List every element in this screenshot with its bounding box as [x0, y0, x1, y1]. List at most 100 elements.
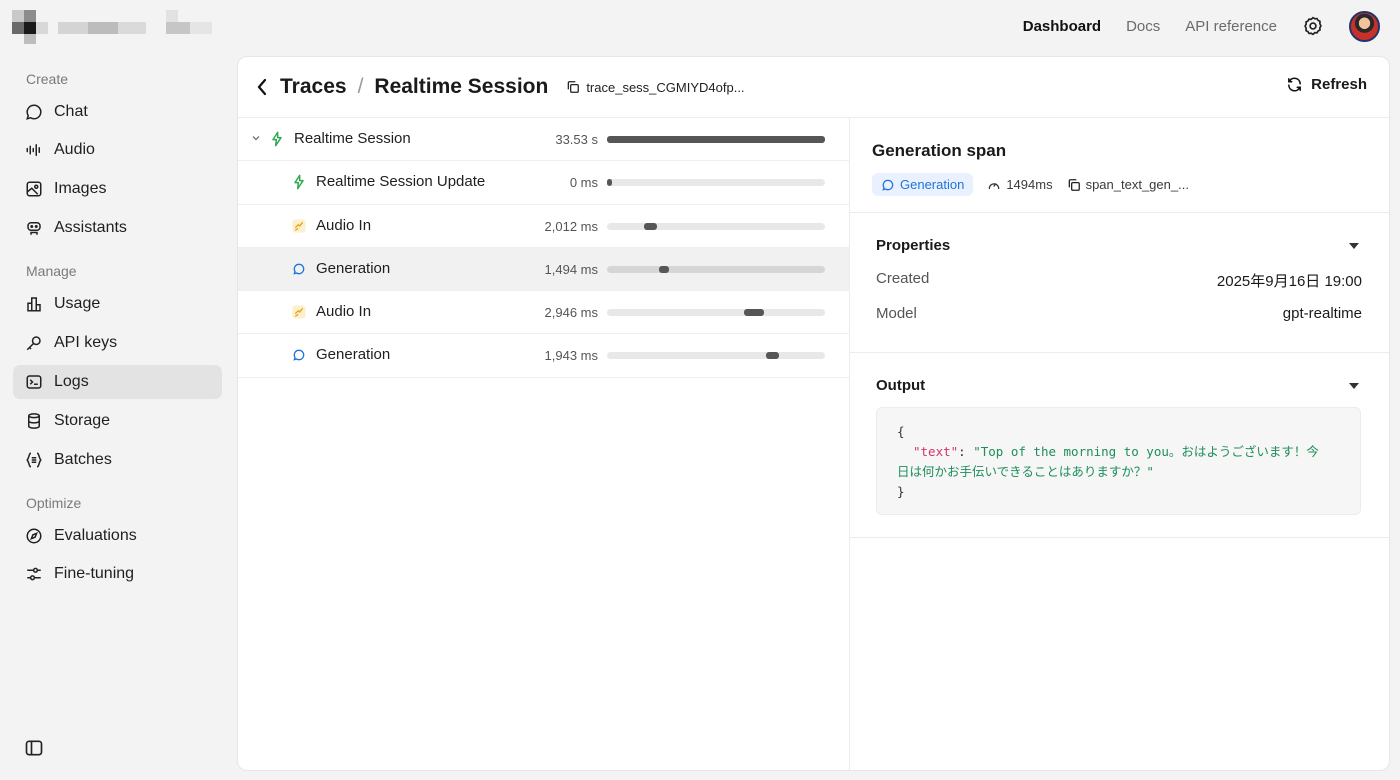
chevron-down-icon[interactable]: [251, 133, 261, 143]
generation-chat-icon: [293, 350, 305, 362]
page-title: Realtime Session: [374, 75, 549, 98]
span-timeline-track: [607, 309, 825, 317]
sidebar-item-assistants[interactable]: Assistants: [13, 211, 222, 245]
sidebar-item-chat[interactable]: Chat: [13, 95, 222, 129]
span-list: Realtime Session 33.53 s Realtime Sessio…: [238, 118, 850, 770]
sidebar-item-label: Storage: [54, 412, 111, 429]
refresh-button[interactable]: Refresh: [1286, 76, 1367, 93]
span-duration: 2,012 ms: [544, 218, 598, 234]
section-optimize: Optimize: [26, 495, 82, 511]
sidebar-item-label: Evaluations: [54, 527, 137, 544]
span-name: Realtime Session: [294, 130, 411, 147]
nav-api-reference[interactable]: API reference: [1185, 18, 1277, 35]
top-bar: Dashboard Docs API reference: [0, 0, 1400, 56]
property-value: gpt-realtime: [1282, 305, 1362, 322]
badge-label: Generation: [900, 177, 965, 192]
span-row[interactable]: Realtime Session Update 0 ms: [238, 161, 849, 205]
output-collapse-icon[interactable]: [1349, 383, 1359, 389]
sidebar-item-images[interactable]: Images: [13, 172, 222, 206]
sidebar-item-label: API keys: [54, 334, 118, 351]
sidebar-item-label: Assistants: [54, 219, 127, 236]
span-row[interactable]: Realtime Session 33.53 s: [238, 118, 849, 162]
json-key: "text": [913, 444, 959, 459]
sidebar-item-usage[interactable]: Usage: [13, 287, 222, 321]
sidebar-item-label: Images: [54, 180, 107, 197]
sidebar-item-fine-tuning[interactable]: Fine-tuning: [13, 557, 222, 591]
span-name: Audio In: [316, 303, 372, 321]
section-create: Create: [26, 71, 69, 87]
sidebar-item-label: Chat: [54, 103, 88, 120]
settings-gear-icon[interactable]: [1302, 15, 1324, 37]
session-bolt-icon: [272, 131, 282, 147]
key-icon: [26, 336, 41, 351]
detail-title: Generation span: [872, 141, 1007, 160]
robot-icon: [27, 222, 41, 235]
span-row[interactable]: Audio In 2,012 ms: [238, 205, 849, 248]
sidebar: Create Chat Audio Images Assistants Mana…: [0, 56, 236, 780]
breadcrumb-traces[interactable]: Traces: [280, 75, 347, 99]
detail-header: Generation span Generation 1494ms span_t…: [850, 118, 1389, 213]
breadcrumb-separator: /: [357, 75, 364, 98]
nav-docs[interactable]: Docs: [1126, 18, 1160, 35]
sidebar-item-evaluations[interactable]: Evaluations: [13, 519, 222, 553]
compass-icon: [26, 528, 42, 544]
span-type-badge: Generation: [872, 173, 974, 196]
sidebar-item-audio[interactable]: Audio: [13, 133, 222, 167]
trace-id: trace_sess_CGMIYD4ofp...: [586, 79, 745, 95]
properties-section: Properties Created 2025年9月16日 19:00 Mode…: [850, 213, 1389, 353]
sidebar-item-batches[interactable]: Batches: [13, 443, 222, 477]
copy-icon: [1068, 178, 1080, 191]
span-duration: 33.53 s: [555, 132, 598, 147]
user-avatar[interactable]: [1349, 10, 1380, 42]
main-panel: Traces / Realtime Session trace_sess_CGM…: [237, 56, 1390, 771]
span-duration: 0 ms: [569, 175, 598, 191]
page-header: Traces / Realtime Session trace_sess_CGM…: [238, 57, 1389, 118]
span-id-copy[interactable]: span_text_gen_...: [1067, 177, 1189, 192]
properties-collapse-icon[interactable]: [1349, 243, 1359, 249]
latency: 1494ms: [987, 177, 1053, 192]
audio-in-icon: [292, 218, 306, 233]
sidebar-toggle-icon[interactable]: [24, 738, 44, 758]
span-timeline-track: [607, 136, 825, 143]
session-bolt-icon: [294, 174, 304, 190]
detail-tags: Generation 1494ms span_text_gen_...: [872, 173, 1189, 196]
output-section: Output { "text": "Top of the morning to …: [850, 353, 1389, 538]
sidebar-item-label: Fine-tuning: [54, 565, 135, 582]
org-logo[interactable]: [12, 10, 232, 44]
json-value-cont: 日は何かお手伝いできることはありますか？": [897, 464, 1154, 479]
output-json[interactable]: { "text": "Top of the morning to you。おはよ…: [876, 407, 1361, 515]
span-timeline-bar: [607, 179, 612, 187]
sidebar-item-label: Audio: [54, 141, 95, 158]
span-row[interactable]: Audio In 2,946 ms: [238, 291, 849, 335]
sliders-icon: [27, 567, 41, 581]
chart-icon: [27, 297, 41, 312]
span-row[interactable]: Generation 1,494 ms: [238, 247, 849, 292]
generation-chat-icon: [882, 179, 894, 191]
span-name: Audio In: [316, 216, 372, 234]
trace-id-copy[interactable]: trace_sess_CGMIYD4ofp...: [566, 79, 745, 95]
refresh-icon: [1288, 77, 1302, 92]
span-row[interactable]: Generation 1,943 ms: [238, 334, 849, 378]
copy-icon: [568, 81, 580, 93]
sidebar-item-api-keys[interactable]: API keys: [13, 326, 222, 360]
property-label: Model: [876, 305, 917, 322]
sidebar-item-storage[interactable]: Storage: [13, 404, 222, 438]
chat-icon: [26, 104, 42, 120]
nav-dashboard[interactable]: Dashboard: [1023, 18, 1101, 35]
property-label: Created: [876, 270, 930, 287]
sidebar-item-logs[interactable]: Logs: [13, 365, 222, 399]
json-open: {: [897, 424, 905, 439]
json-value: "Top of the morning to you。おはようございます！今: [973, 444, 1319, 459]
output-heading: Output: [876, 377, 926, 394]
image-icon: [26, 181, 42, 197]
sidebar-item-label: Logs: [54, 373, 89, 390]
json-close: }: [897, 484, 905, 499]
span-timeline-track: [607, 222, 825, 230]
properties-heading: Properties: [876, 237, 951, 254]
json-line: "text": "Top of the morning to you。おはようご…: [897, 442, 1340, 462]
audio-in-icon: [292, 305, 306, 319]
span-duration: 1,494 ms: [544, 261, 598, 277]
back-chevron-icon[interactable]: [256, 77, 272, 97]
terminal-icon: [26, 375, 42, 389]
span-timeline-bar: [744, 309, 764, 317]
